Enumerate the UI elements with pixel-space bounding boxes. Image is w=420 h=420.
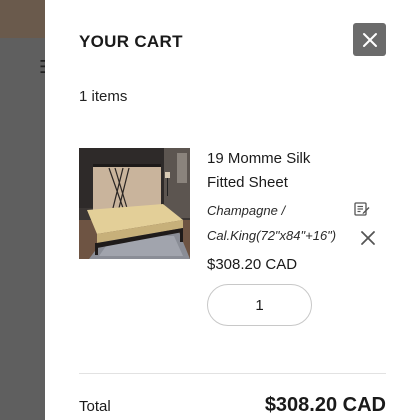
- product-image[interactable]: [79, 148, 190, 259]
- quantity-value: 1: [255, 296, 264, 314]
- variant-size: Cal.King(72"x84"+16"): [207, 228, 337, 243]
- cart-title: YOUR CART: [79, 32, 183, 51]
- close-icon: [362, 32, 377, 47]
- edit-icon[interactable]: [354, 201, 370, 217]
- product-name[interactable]: 19 Momme Silk Fitted Sheet: [207, 147, 347, 195]
- item-count: 1 items: [79, 88, 128, 105]
- page-header-strip: [0, 0, 45, 38]
- quantity-input[interactable]: 1: [207, 284, 312, 326]
- divider: [79, 373, 386, 374]
- total-label: Total: [79, 398, 111, 415]
- remove-icon[interactable]: [360, 230, 376, 246]
- total-value: $308.20 CAD: [264, 394, 386, 416]
- close-button[interactable]: [353, 23, 386, 56]
- variant-color: Champagne /: [207, 203, 286, 218]
- item-price: $308.20 CAD: [207, 256, 298, 273]
